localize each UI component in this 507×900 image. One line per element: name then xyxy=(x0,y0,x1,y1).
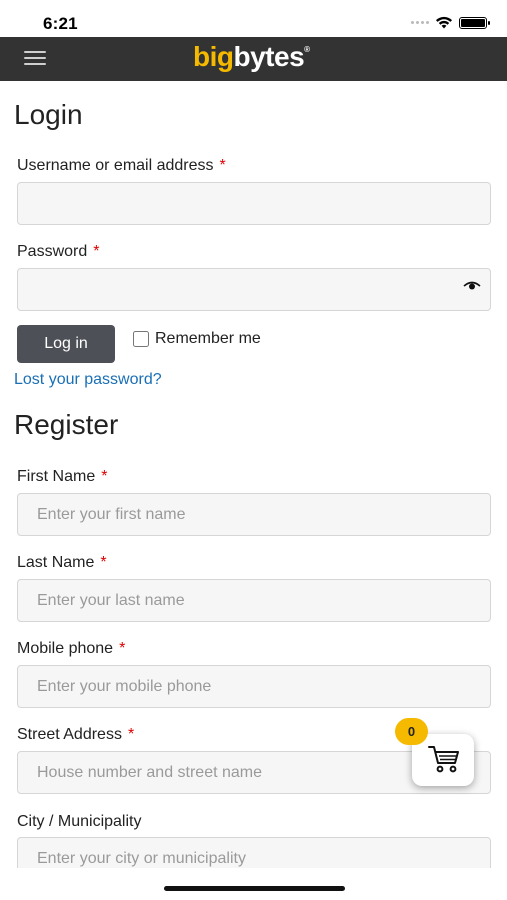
required-mark: * xyxy=(93,243,100,260)
username-label: Username or email address * xyxy=(17,157,226,174)
required-mark: * xyxy=(101,468,108,485)
bigbytes-logo[interactable]: bigbytes® xyxy=(193,41,310,73)
cart-count-badge: 0 xyxy=(395,718,428,745)
username-input[interactable] xyxy=(17,182,491,225)
status-icons xyxy=(411,16,490,29)
status-time: 6:21 xyxy=(43,14,78,33)
password-label: Password * xyxy=(17,243,100,260)
status-bar: 6:21 xyxy=(0,0,507,37)
remember-me[interactable]: Remember me xyxy=(133,330,261,348)
city-input[interactable] xyxy=(17,837,491,868)
remember-me-label: Remember me xyxy=(155,330,261,347)
cellular-signal-icon xyxy=(411,21,429,24)
street-address-label: Street Address * xyxy=(17,726,135,743)
city-label: City / Municipality xyxy=(17,813,142,830)
required-mark: * xyxy=(219,157,226,174)
first-name-label: First Name * xyxy=(17,468,108,485)
battery-icon xyxy=(459,16,490,29)
app-header: bigbytes® xyxy=(0,37,507,81)
hamburger-icon[interactable] xyxy=(24,51,46,67)
required-mark: * xyxy=(119,640,126,657)
logo-part-big: big xyxy=(193,41,234,72)
password-input[interactable] xyxy=(17,268,491,311)
last-name-label: Last Name * xyxy=(17,554,107,571)
shopping-cart-icon xyxy=(428,746,459,773)
mobile-phone-label: Mobile phone * xyxy=(17,640,126,657)
required-mark: * xyxy=(127,726,135,743)
register-title: Register xyxy=(14,409,119,440)
logo-part-bytes: bytes xyxy=(233,41,305,72)
lost-password-link[interactable]: Lost your password? xyxy=(14,371,162,389)
mobile-phone-input[interactable] xyxy=(17,665,491,708)
remember-me-checkbox[interactable] xyxy=(133,331,149,347)
last-name-input[interactable] xyxy=(17,579,491,622)
registered-mark: ® xyxy=(304,45,310,54)
wifi-icon xyxy=(436,16,452,29)
show-password-eye-icon[interactable] xyxy=(463,281,481,291)
login-button[interactable]: Log in xyxy=(17,325,115,363)
first-name-input[interactable] xyxy=(17,493,491,536)
login-title: Login xyxy=(14,99,83,130)
home-indicator[interactable] xyxy=(164,886,345,891)
required-mark: * xyxy=(100,554,107,571)
